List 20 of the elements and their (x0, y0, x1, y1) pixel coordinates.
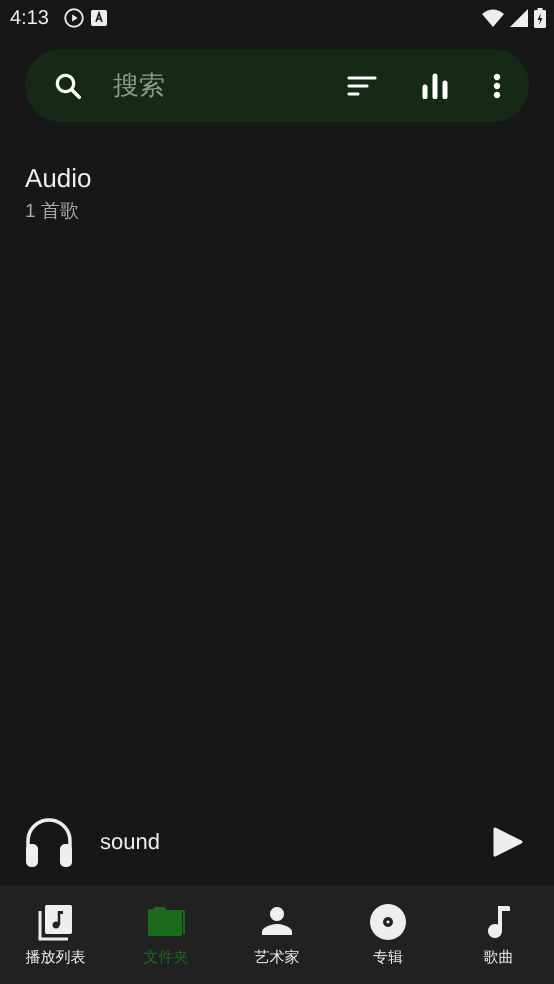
nav-tab[interactable]: 艺术家 (222, 885, 332, 984)
keyboard-a-icon (90, 10, 107, 26)
play-icon[interactable] (492, 827, 524, 857)
battery-icon (534, 8, 546, 28)
search-field[interactable]: 搜索 (113, 70, 319, 101)
folder-name[interactable]: Audio (25, 163, 92, 194)
nav-tab[interactable]: 播放列表 (0, 885, 111, 984)
sort-icon[interactable] (347, 74, 377, 96)
equalizer-icon[interactable] (421, 72, 449, 98)
nav-tab[interactable]: 专辑 (332, 885, 444, 984)
nav-tab[interactable]: 歌曲 (443, 885, 554, 984)
disc-icon (368, 902, 408, 942)
track-title: sound (100, 829, 161, 855)
status-time: 4:13 (10, 6, 49, 30)
signal-icon (510, 9, 528, 27)
song-count: 1 首歌 (25, 200, 79, 224)
play-circle-icon (62, 7, 85, 29)
headphones-icon (24, 816, 74, 868)
more-icon[interactable] (493, 72, 501, 98)
wifi-icon (482, 9, 504, 27)
